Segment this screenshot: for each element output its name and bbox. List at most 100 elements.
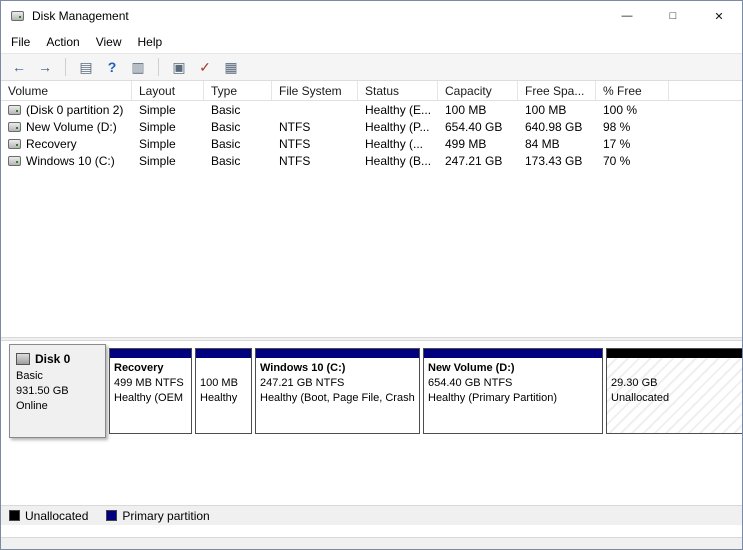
minimize-button[interactable]: — <box>604 1 650 31</box>
table-cell: Simple <box>132 137 204 151</box>
column-header-free-spa[interactable]: Free Spa... <box>518 81 596 100</box>
export-list-icon[interactable]: ▦ <box>219 56 243 78</box>
menu-item-action[interactable]: Action <box>38 32 87 52</box>
partition-name <box>611 361 738 376</box>
partition-primary[interactable]: Windows 10 (C:)247.21 GB NTFSHealthy (Bo… <box>255 348 420 434</box>
check-disk-icon[interactable]: ✓ <box>193 56 217 78</box>
window-controls: — □ ✕ <box>604 1 742 31</box>
partition-color-band <box>424 349 602 358</box>
legend-bar: Unallocated Primary partition <box>1 505 742 525</box>
column-header-layout[interactable]: Layout <box>132 81 204 100</box>
menu-item-help[interactable]: Help <box>130 32 171 52</box>
app-icon <box>11 11 24 21</box>
column-header-free[interactable]: % Free <box>596 81 669 100</box>
window-title: Disk Management <box>32 9 129 23</box>
table-cell: New Volume (D:) <box>1 120 132 134</box>
tooltip-icon[interactable]: ▣ <box>167 56 191 78</box>
partitions: Recovery499 MB NTFSHealthy (OEM Partitio… <box>109 348 743 434</box>
legend-swatch <box>9 510 20 521</box>
disk-name: Disk 0 <box>35 352 70 366</box>
forward-icon[interactable]: → <box>33 56 57 78</box>
volume-icon <box>8 156 21 166</box>
graphical-view: Disk 0 Basic 931.50 GB Online Recovery49… <box>1 341 742 505</box>
table-cell: 100 MB <box>438 103 518 117</box>
back-icon[interactable]: ← <box>7 56 31 78</box>
help-icon[interactable]: ? <box>100 56 124 78</box>
volume-row[interactable]: New Volume (D:)SimpleBasicNTFSHealthy (P… <box>1 118 742 135</box>
bottom-gap <box>1 525 742 537</box>
volume-name: (Disk 0 partition 2) <box>26 103 123 117</box>
volume-name: New Volume (D:) <box>26 120 117 134</box>
partition-body: New Volume (D:)654.40 GB NTFSHealthy (Pr… <box>424 358 602 434</box>
table-cell: 17 % <box>596 137 669 151</box>
status-bar <box>1 537 742 549</box>
column-header-volume[interactable]: Volume <box>1 81 132 100</box>
disk-info-box[interactable]: Disk 0 Basic 931.50 GB Online <box>9 344 106 438</box>
table-cell: Basic <box>204 103 272 117</box>
table-cell: 84 MB <box>518 137 596 151</box>
partition-primary[interactable]: 100 MBHealthy <box>195 348 252 434</box>
table-cell: Simple <box>132 120 204 134</box>
menu-item-file[interactable]: File <box>3 32 38 52</box>
partition-primary[interactable]: New Volume (D:)654.40 GB NTFSHealthy (Pr… <box>423 348 603 434</box>
partition-body: Windows 10 (C:)247.21 GB NTFSHealthy (Bo… <box>256 358 419 434</box>
volume-icon <box>8 139 21 149</box>
show-console-tree-icon[interactable]: ▤ <box>74 56 98 78</box>
disk-icon <box>16 353 30 365</box>
table-cell: 100 % <box>596 103 669 117</box>
table-cell: NTFS <box>272 154 358 168</box>
disk-management-window: Disk Management — □ ✕ FileActionViewHelp… <box>0 0 743 550</box>
disk-status: Online <box>16 399 99 414</box>
partition-size: 247.21 GB NTFS <box>260 376 415 391</box>
column-header-file-system[interactable]: File System <box>272 81 358 100</box>
table-cell: Healthy (B... <box>358 154 438 168</box>
disk-type: Basic <box>16 369 99 384</box>
volume-row[interactable]: RecoverySimpleBasicNTFSHealthy (...499 M… <box>1 135 742 152</box>
partition-name: Recovery <box>114 361 187 376</box>
partition-color-band <box>256 349 419 358</box>
partition-body: Recovery499 MB NTFSHealthy (OEM Partitio… <box>110 358 191 434</box>
legend-item: Unallocated <box>9 509 88 523</box>
volume-name: Recovery <box>26 137 77 151</box>
show-action-pane-icon[interactable]: ▥ <box>126 56 150 78</box>
partition-status: Healthy (OEM Partition) <box>114 391 187 406</box>
volume-icon <box>8 122 21 132</box>
column-header-filler <box>669 81 742 100</box>
volume-row[interactable]: Windows 10 (C:)SimpleBasicNTFSHealthy (B… <box>1 152 742 169</box>
partition-unallocated[interactable]: 29.30 GBUnallocated <box>606 348 743 434</box>
table-cell: 173.43 GB <box>518 154 596 168</box>
table-cell: Windows 10 (C:) <box>1 154 132 168</box>
volume-icon <box>8 105 21 115</box>
menu-item-view[interactable]: View <box>88 32 130 52</box>
partition-status: Unallocated <box>611 391 738 406</box>
table-cell: Healthy (... <box>358 137 438 151</box>
toolbar: ←→ ▤?▥ ▣✓▦ <box>1 53 742 81</box>
table-cell: 70 % <box>596 154 669 168</box>
partition-color-band <box>110 349 191 358</box>
volume-row[interactable]: (Disk 0 partition 2)SimpleBasicHealthy (… <box>1 101 742 118</box>
disk-title: Disk 0 <box>16 352 99 366</box>
partition-status: Healthy (Primary Partition) <box>428 391 598 406</box>
toolbar-separator <box>65 58 66 76</box>
toolbar-separator <box>158 58 159 76</box>
volume-table-body: (Disk 0 partition 2)SimpleBasicHealthy (… <box>1 101 742 169</box>
legend-label: Unallocated <box>25 509 88 523</box>
table-cell: Basic <box>204 120 272 134</box>
table-cell: 640.98 GB <box>518 120 596 134</box>
title-bar[interactable]: Disk Management — □ ✕ <box>1 1 742 31</box>
partition-name: New Volume (D:) <box>428 361 598 376</box>
partition-primary[interactable]: Recovery499 MB NTFSHealthy (OEM Partitio… <box>109 348 192 434</box>
partition-color-band <box>196 349 251 358</box>
maximize-button[interactable]: □ <box>650 1 696 31</box>
column-header-capacity[interactable]: Capacity <box>438 81 518 100</box>
table-cell: NTFS <box>272 137 358 151</box>
column-header-status[interactable]: Status <box>358 81 438 100</box>
close-button[interactable]: ✕ <box>696 1 742 31</box>
table-cell: 499 MB <box>438 137 518 151</box>
table-header: VolumeLayoutTypeFile SystemStatusCapacit… <box>1 81 742 101</box>
table-cell: Healthy (P... <box>358 120 438 134</box>
partition-name: Windows 10 (C:) <box>260 361 415 376</box>
legend-item: Primary partition <box>106 509 209 523</box>
column-header-type[interactable]: Type <box>204 81 272 100</box>
disk-capacity: 931.50 GB <box>16 384 99 399</box>
